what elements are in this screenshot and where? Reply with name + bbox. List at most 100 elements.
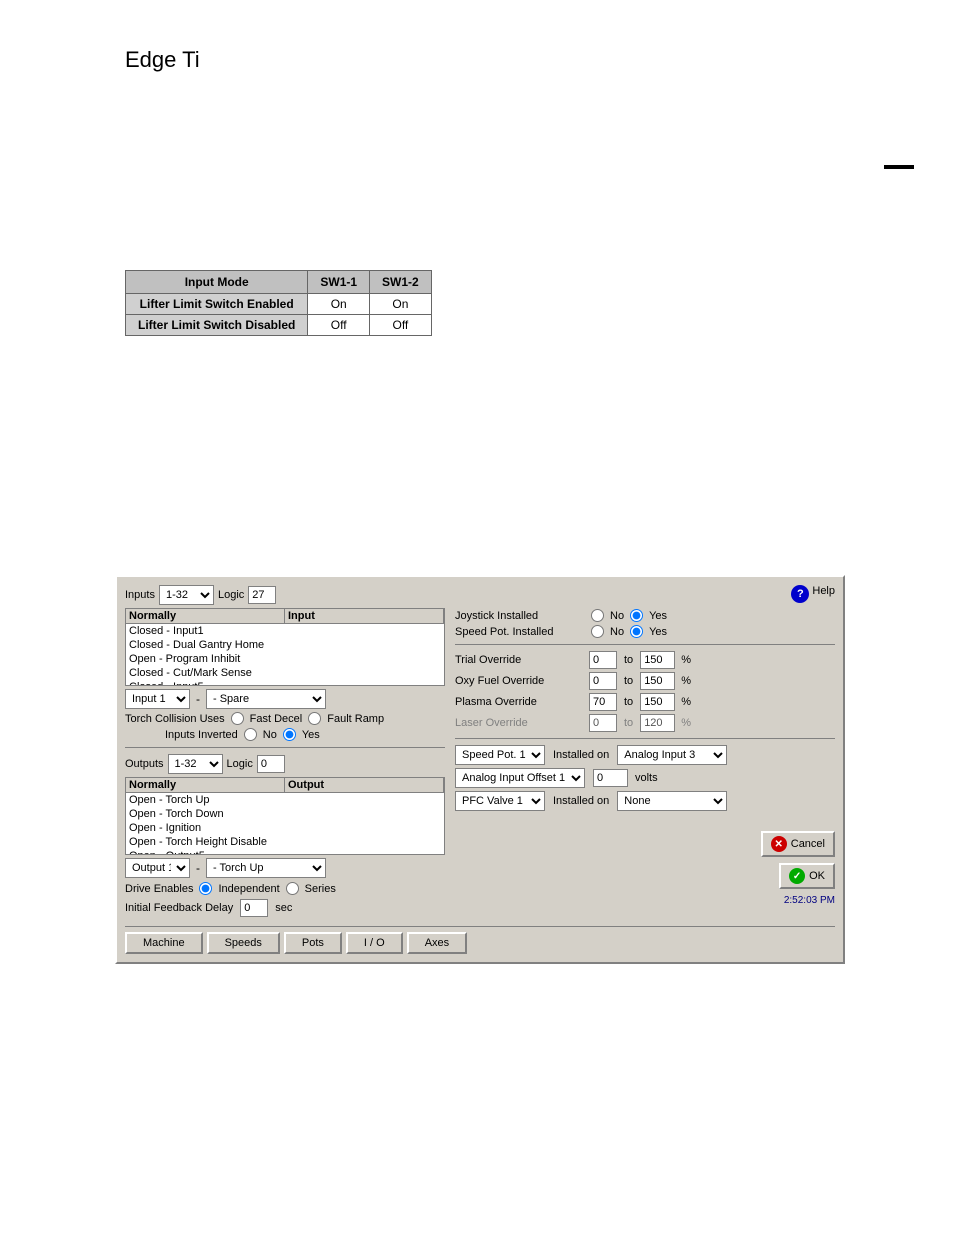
oxy-from[interactable] bbox=[589, 672, 617, 690]
ok-icon: ✓ bbox=[789, 868, 805, 884]
cancel-button[interactable]: ✕ Cancel bbox=[761, 831, 835, 857]
installed-on-label: Installed on bbox=[553, 749, 609, 761]
output-torch-select[interactable]: - Torch Up bbox=[206, 858, 326, 878]
oxy-unit: % bbox=[681, 675, 691, 687]
pfc-valve-select[interactable]: PFC Valve 1 bbox=[455, 791, 545, 811]
inputs-inverted-row: Inputs Inverted No Yes bbox=[165, 728, 445, 741]
pfc-none-select[interactable]: None bbox=[617, 791, 727, 811]
input-spare-select[interactable]: - Spare bbox=[206, 689, 326, 709]
table-row: Lifter Limit Switch Disabled Off Off bbox=[126, 315, 432, 336]
list-item[interactable]: Open - Output5 bbox=[126, 849, 444, 855]
speed-pot-no-radio[interactable] bbox=[591, 625, 604, 638]
plasma-unit: % bbox=[681, 696, 691, 708]
fast-decel-radio[interactable] bbox=[231, 712, 244, 725]
tabs-bar: Machine Speeds Pots I / O Axes bbox=[125, 926, 835, 954]
tab-axes[interactable]: Axes bbox=[407, 932, 467, 954]
trial-override-label: Trial Override bbox=[455, 654, 585, 666]
col-normally-out: Normally bbox=[126, 778, 285, 792]
tab-speeds[interactable]: Speeds bbox=[207, 932, 280, 954]
inputs-listbox: Normally Input Closed - Input1 Closed - … bbox=[125, 608, 445, 686]
oxy-fuel-label: Oxy Fuel Override bbox=[455, 675, 585, 687]
inverted-no-radio[interactable] bbox=[244, 728, 257, 741]
tab-machine[interactable]: Machine bbox=[125, 932, 203, 954]
ok-button[interactable]: ✓ OK bbox=[779, 863, 835, 889]
inputs-label: Inputs bbox=[125, 589, 155, 601]
row1-sw1: On bbox=[308, 294, 370, 315]
analog-input-offset-select[interactable]: Analog Input Offset 1 bbox=[455, 768, 585, 788]
analog-value[interactable]: 0 bbox=[593, 769, 628, 787]
fault-ramp-radio[interactable] bbox=[308, 712, 321, 725]
col-header-sw2: SW1-2 bbox=[370, 271, 432, 294]
joystick-yes-radio[interactable] bbox=[630, 609, 643, 622]
speed-pot-yes-radio[interactable] bbox=[630, 625, 643, 638]
plasma-from[interactable] bbox=[589, 693, 617, 711]
col-input: Input bbox=[285, 609, 444, 623]
input-number-select[interactable]: Input 1 bbox=[125, 689, 190, 709]
cancel-icon: ✕ bbox=[771, 836, 787, 852]
outputs-count[interactable]: 0 bbox=[257, 755, 285, 773]
inverted-yes-label: Yes bbox=[302, 729, 320, 741]
row2-sw1: Off bbox=[308, 315, 370, 336]
tab-io[interactable]: I / O bbox=[346, 932, 403, 954]
outputs-listbox-header: Normally Output bbox=[126, 778, 444, 793]
output-select-row: Output 1 - - Torch Up bbox=[125, 858, 445, 878]
drive-independent-radio[interactable] bbox=[199, 882, 212, 895]
analog-input-3-select[interactable]: Analog Input 3 bbox=[617, 745, 727, 765]
oxy-to-label: to bbox=[624, 675, 633, 687]
outputs-range-select[interactable]: 1-32 bbox=[168, 754, 223, 774]
list-item[interactable]: Open - Ignition bbox=[126, 821, 444, 835]
speed-pot-1-select[interactable]: Speed Pot. 1 bbox=[455, 745, 545, 765]
action-area: ✕ Cancel ✓ OK 2:52:03 PM bbox=[455, 831, 835, 906]
inputs-range-select[interactable]: 1-32 bbox=[159, 585, 214, 605]
list-item[interactable]: Open - Torch Down bbox=[126, 807, 444, 821]
page-title: Edge Ti bbox=[125, 47, 200, 73]
feedback-label: Initial Feedback Delay bbox=[125, 902, 233, 914]
help-icon: ? bbox=[791, 585, 809, 603]
laser-row: Laser Override to % bbox=[455, 714, 835, 732]
speed-pot-no-label: No bbox=[610, 626, 624, 638]
inverted-no-label: No bbox=[263, 729, 277, 741]
input-select-row: Input 1 - - Spare bbox=[125, 689, 445, 709]
output-number-select[interactable]: Output 1 bbox=[125, 858, 190, 878]
list-item[interactable]: Open - Torch Up bbox=[126, 793, 444, 807]
outputs-logic-label: Logic bbox=[227, 758, 253, 770]
trial-to[interactable] bbox=[640, 651, 675, 669]
joystick-no-label: No bbox=[610, 610, 624, 622]
laser-label: Laser Override bbox=[455, 717, 585, 729]
joystick-yes-label: Yes bbox=[649, 610, 667, 622]
laser-from[interactable] bbox=[589, 714, 617, 732]
left-panel: Inputs 1-32 Logic 27 Normally Input Clos… bbox=[125, 585, 445, 920]
drive-enables-row: Drive Enables Independent Series bbox=[125, 882, 445, 895]
list-item[interactable]: Closed - Cut/Mark Sense bbox=[126, 666, 444, 680]
list-item[interactable]: Closed - Input1 bbox=[126, 624, 444, 638]
speed-pot-label: Speed Pot. Installed bbox=[455, 626, 585, 638]
inputs-count[interactable]: 27 bbox=[248, 586, 276, 604]
laser-to[interactable] bbox=[640, 714, 675, 732]
fault-ramp-label: Fault Ramp bbox=[327, 713, 384, 725]
row1-mode: Lifter Limit Switch Enabled bbox=[126, 294, 308, 315]
tab-pots[interactable]: Pots bbox=[284, 932, 342, 954]
drive-independent-label: Independent bbox=[218, 883, 279, 895]
drive-series-radio[interactable] bbox=[286, 882, 299, 895]
ok-label: OK bbox=[809, 870, 825, 882]
list-item[interactable]: Closed - Input5 bbox=[126, 680, 444, 686]
trial-to-label: to bbox=[624, 654, 633, 666]
right-panel: ? Help Joystick Installed No Yes Speed P… bbox=[455, 585, 835, 906]
pfc-valve-row: PFC Valve 1 Installed on None bbox=[455, 791, 835, 811]
speed-pot-row: Speed Pot. Installed No Yes bbox=[455, 625, 835, 638]
joystick-no-radio[interactable] bbox=[591, 609, 604, 622]
speed-pot-yes-label: Yes bbox=[649, 626, 667, 638]
plasma-label: Plasma Override bbox=[455, 696, 585, 708]
list-item[interactable]: Closed - Dual Gantry Home bbox=[126, 638, 444, 652]
list-item[interactable]: Open - Program Inhibit bbox=[126, 652, 444, 666]
col-header-mode: Input Mode bbox=[126, 271, 308, 294]
feedback-value[interactable]: 0 bbox=[240, 899, 268, 917]
plasma-to[interactable] bbox=[640, 693, 675, 711]
cancel-label: Cancel bbox=[791, 838, 825, 850]
row2-sw2: Off bbox=[370, 315, 432, 336]
list-item[interactable]: Open - Torch Height Disable bbox=[126, 835, 444, 849]
help-label[interactable]: Help bbox=[812, 585, 835, 603]
oxy-to[interactable] bbox=[640, 672, 675, 690]
inverted-yes-radio[interactable] bbox=[283, 728, 296, 741]
trial-from[interactable] bbox=[589, 651, 617, 669]
